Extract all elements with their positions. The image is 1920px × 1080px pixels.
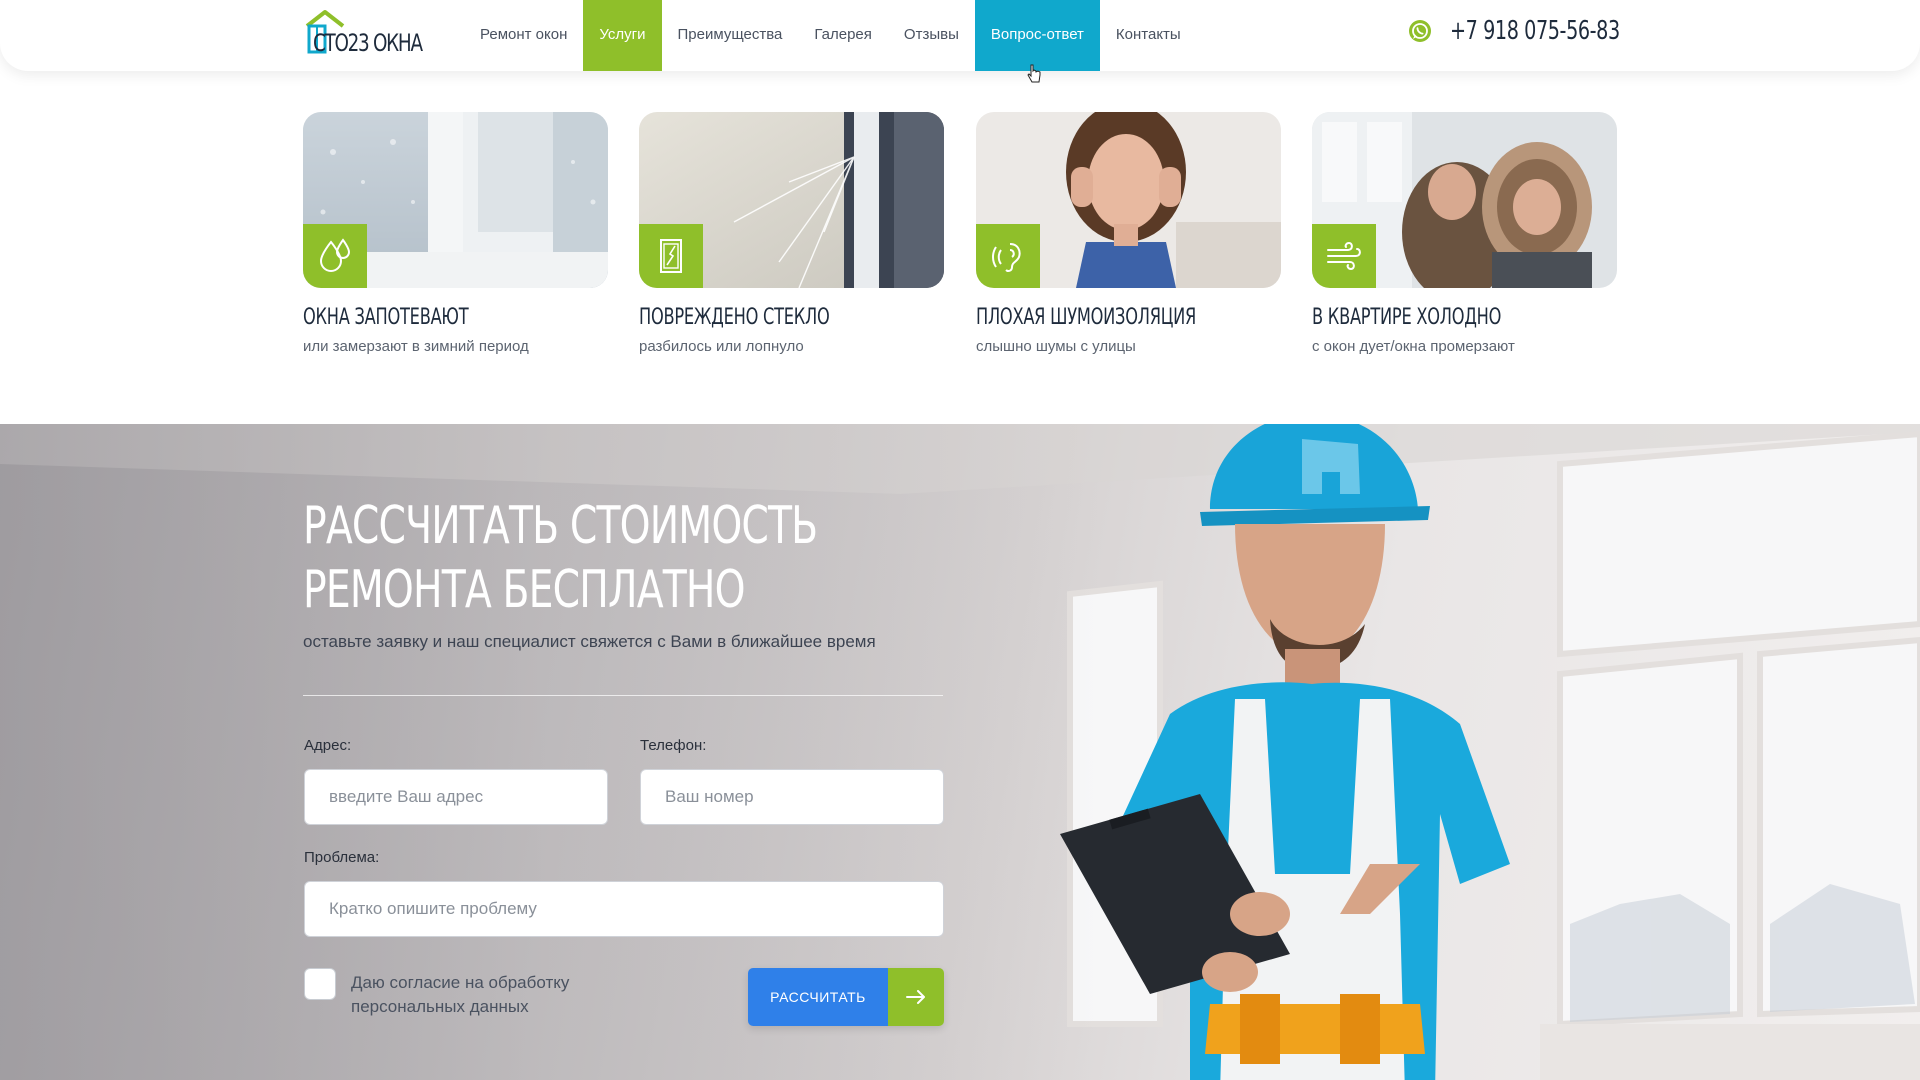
nav-item-advantages[interactable]: Преимущества [662, 0, 799, 71]
cta-title-line-1: Рассчитать стоимость [303, 496, 818, 556]
problem-card[interactable]: Повреждено стекло разбилось или лопнуло [639, 112, 944, 355]
nav-item-services[interactable]: Услуги [583, 0, 662, 71]
nav-item-reviews[interactable]: Отзывы [888, 0, 975, 71]
card-image-broken-glass [639, 112, 944, 288]
broken-glass-icon [639, 224, 703, 288]
phone-block: +7 918 075-56-83 [1408, 16, 1657, 46]
calculate-button[interactable]: РАССЧИТАТЬ [748, 968, 944, 1026]
card-title: Плохая шумоизоляция [976, 305, 1197, 330]
cta-subtitle: оставьте заявку и наш специалист свяжетс… [303, 632, 876, 651]
logo-text: СТО23 ОКНА [313, 29, 423, 57]
cta-title-line-2: ремонта бесплатно [303, 560, 746, 620]
nav-item-contacts[interactable]: Контакты [1100, 0, 1197, 71]
ear-sound-icon [976, 224, 1040, 288]
mouse-cursor-hand-icon [1027, 64, 1041, 83]
problem-input[interactable] [304, 881, 944, 937]
problem-card[interactable]: Плохая шумоизоляция слышно шумы с улицы [976, 112, 1281, 355]
card-subtitle: или замерзают в зимний период [303, 338, 529, 355]
card-title: В квартире холодно [1312, 305, 1502, 330]
nav-item-gallery[interactable]: Галерея [798, 0, 888, 71]
address-label: Адрес: [304, 737, 352, 754]
droplets-icon [303, 224, 367, 288]
problem-label: Проблема: [304, 849, 380, 866]
problem-card[interactable]: В квартире холодно с окон дует/окна пром… [1312, 112, 1617, 355]
problem-card[interactable]: Окна запотевают или замерзают в зимний п… [303, 112, 608, 355]
card-image-cold-couple [1312, 112, 1617, 288]
card-title: Повреждено стекло [639, 305, 830, 330]
consent-checkbox[interactable] [304, 968, 336, 1000]
wind-icon [1312, 224, 1376, 288]
phone-label: Телефон: [640, 737, 707, 754]
phone-number-link[interactable]: +7 918 075-56-83 [1450, 16, 1620, 46]
card-subtitle: с окон дует/окна промерзают [1312, 338, 1515, 355]
nav-item-faq[interactable]: Вопрос-ответ [974, 0, 1100, 71]
nav-item-repair[interactable]: Ремонт окон [464, 0, 583, 71]
card-image-fogged-window [303, 112, 608, 288]
main-nav: Ремонт окон Услуги Преимущества Галерея … [464, 0, 1197, 71]
card-title: Окна запотевают [303, 305, 469, 330]
consent-text: Даю согласие на обработку персональных д… [351, 973, 570, 1016]
calculate-button-label: РАССЧИТАТЬ [748, 968, 888, 1026]
worker-image [1060, 424, 1510, 1080]
arrow-right-icon [888, 968, 944, 1026]
address-input[interactable] [304, 769, 608, 825]
calculate-section: Рассчитать стоимость ремонта бесплатно о… [0, 424, 1920, 1080]
phone-input[interactable] [640, 769, 944, 825]
site-header: СТО23 ОКНА Ремонт окон Услуги Преимущест… [0, 0, 1920, 71]
divider [303, 695, 943, 696]
whatsapp-icon[interactable] [1408, 19, 1432, 43]
card-subtitle: слышно шумы с улицы [976, 338, 1136, 355]
cta-title: Рассчитать стоимость ремонта бесплатно [303, 494, 841, 622]
card-subtitle: разбилось или лопнуло [639, 338, 804, 355]
logo[interactable]: СТО23 ОКНА [303, 8, 443, 57]
card-image-noise-woman [976, 112, 1281, 288]
